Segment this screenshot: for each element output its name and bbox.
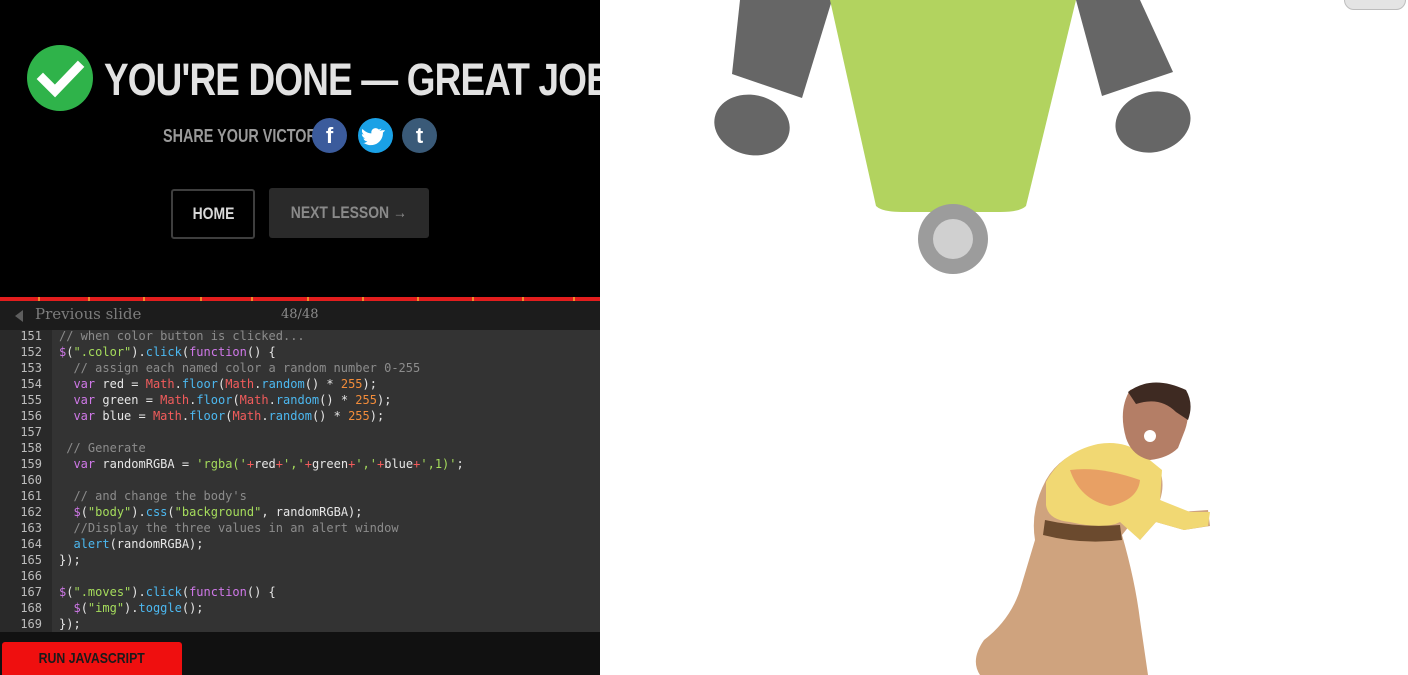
- code-editor[interactable]: 151// when color button is clicked... 152…: [0, 330, 600, 632]
- line-number: 163: [20, 521, 42, 535]
- code-line[interactable]: 169});: [0, 616, 600, 632]
- editor-footer: RUN JAVASCRIPT: [0, 632, 600, 675]
- code-line[interactable]: 164 alert(randomRGBA);: [0, 536, 600, 552]
- line-number: 162: [20, 505, 42, 519]
- chevron-left-icon[interactable]: [15, 310, 23, 322]
- tumblr-share-icon[interactable]: t: [402, 118, 437, 153]
- facebook-share-icon[interactable]: f: [312, 118, 347, 153]
- code-text[interactable]: var red = Math.floor(Math.random() * 255…: [59, 376, 377, 392]
- line-number: 161: [20, 489, 42, 503]
- code-text[interactable]: $("img").toggle();: [59, 600, 203, 616]
- line-number: 151: [20, 330, 42, 343]
- slide-nav-bar: Previous slide 48/48: [0, 301, 600, 330]
- code-line[interactable]: 166: [0, 568, 600, 584]
- code-text[interactable]: // and change the body's: [59, 488, 246, 504]
- code-line[interactable]: 159 var randomRGBA = 'rgba('+red+','+gre…: [0, 456, 600, 472]
- code-text[interactable]: alert(randomRGBA);: [59, 536, 203, 552]
- slide-counter: 48/48: [281, 307, 319, 322]
- twitter-share-icon[interactable]: [358, 118, 393, 153]
- run-javascript-button[interactable]: RUN JAVASCRIPT: [2, 642, 182, 675]
- line-number: 169: [20, 617, 42, 631]
- preview-pane: [600, 0, 1408, 675]
- line-number: 158: [20, 441, 42, 455]
- code-text[interactable]: var randomRGBA = 'rgba('+red+','+green+'…: [59, 456, 463, 472]
- code-line[interactable]: 168 $("img").toggle();: [0, 600, 600, 616]
- code-text[interactable]: //Display the three values in an alert w…: [59, 520, 398, 536]
- code-line[interactable]: 151 // when color button is clicked...: [0, 330, 600, 344]
- code-line[interactable]: 165});: [0, 552, 600, 568]
- code-text[interactable]: $("body").css("background", randomRGBA);: [59, 504, 362, 520]
- code-text[interactable]: var green = Math.floor(Math.random() * 2…: [59, 392, 391, 408]
- completion-title: YOU'RE DONE — GREAT JOB!: [104, 54, 624, 105]
- line-number: 167: [20, 585, 42, 599]
- robot-right-hand: [1115, 91, 1191, 153]
- robot-left-hand: [714, 94, 790, 156]
- line-number: 156: [20, 409, 42, 423]
- line-number: 165: [20, 553, 42, 567]
- code-text[interactable]: // when color button is clicked...: [59, 330, 305, 344]
- robot-wheel-hub: [933, 219, 973, 259]
- code-line[interactable]: 158 // Generate: [0, 440, 600, 456]
- code-line[interactable]: 161 // and change the body's: [0, 488, 600, 504]
- code-line[interactable]: 153 // assign each named color a random …: [0, 360, 600, 376]
- next-lesson-label: NEXT LESSON →: [290, 203, 408, 222]
- code-text[interactable]: // Generate: [59, 440, 145, 456]
- code-text[interactable]: });: [59, 552, 81, 568]
- next-lesson-button[interactable]: NEXT LESSON →: [269, 188, 429, 238]
- line-number: 154: [20, 377, 42, 391]
- code-text[interactable]: $(".color").click(function() {: [59, 344, 276, 360]
- code-text[interactable]: // assign each named color a random numb…: [59, 360, 420, 376]
- code-line[interactable]: 156 var blue = Math.floor(Math.random() …: [0, 408, 600, 424]
- previous-slide-link[interactable]: Previous slide: [35, 305, 141, 323]
- robot-figure: [714, 0, 1191, 274]
- home-button[interactable]: HOME: [171, 189, 255, 239]
- code-line[interactable]: 152 $(".color").click(function() {: [0, 344, 600, 360]
- line-number: 153: [20, 361, 42, 375]
- line-number: 166: [20, 569, 42, 583]
- line-number: 160: [20, 473, 42, 487]
- robot-left-arm: [732, 0, 832, 98]
- editor-panel: YOU'RE DONE — GREAT JOB! SHARE YOUR VICT…: [0, 0, 624, 675]
- line-number: 152: [20, 345, 42, 359]
- code-line[interactable]: 157: [0, 424, 600, 440]
- checkmark-icon: [27, 45, 93, 111]
- share-label: SHARE YOUR VICTORY:: [163, 126, 330, 146]
- code-line[interactable]: 154 var red = Math.floor(Math.random() *…: [0, 376, 600, 392]
- line-number: 159: [20, 457, 42, 471]
- code-line[interactable]: 155 var green = Math.floor(Math.random()…: [0, 392, 600, 408]
- run-javascript-label: RUN JAVASCRIPT: [38, 650, 146, 667]
- line-number: 155: [20, 393, 42, 407]
- code-text[interactable]: });: [59, 616, 81, 632]
- dancing-man-image: [975, 382, 1210, 675]
- line-number: 157: [20, 425, 42, 439]
- preview-canvas: [714, 0, 1210, 675]
- completion-banner: YOU'RE DONE — GREAT JOB! SHARE YOUR VICT…: [0, 0, 624, 297]
- code-text[interactable]: $(".moves").click(function() {: [59, 584, 276, 600]
- code-line[interactable]: 163 //Display the three values in an ale…: [0, 520, 600, 536]
- robot-right-arm: [1076, 0, 1173, 96]
- home-button-label: HOME: [192, 204, 234, 223]
- code-line[interactable]: 160: [0, 472, 600, 488]
- robot-body: [830, 0, 1076, 212]
- code-line[interactable]: 162 $("body").css("background", randomRG…: [0, 504, 600, 520]
- code-line[interactable]: 167 $(".moves").click(function() {: [0, 584, 600, 600]
- code-text[interactable]: var blue = Math.floor(Math.random() * 25…: [59, 408, 384, 424]
- preview-toggle[interactable]: [1344, 0, 1406, 10]
- line-number: 164: [20, 537, 42, 551]
- line-number: 168: [20, 601, 42, 615]
